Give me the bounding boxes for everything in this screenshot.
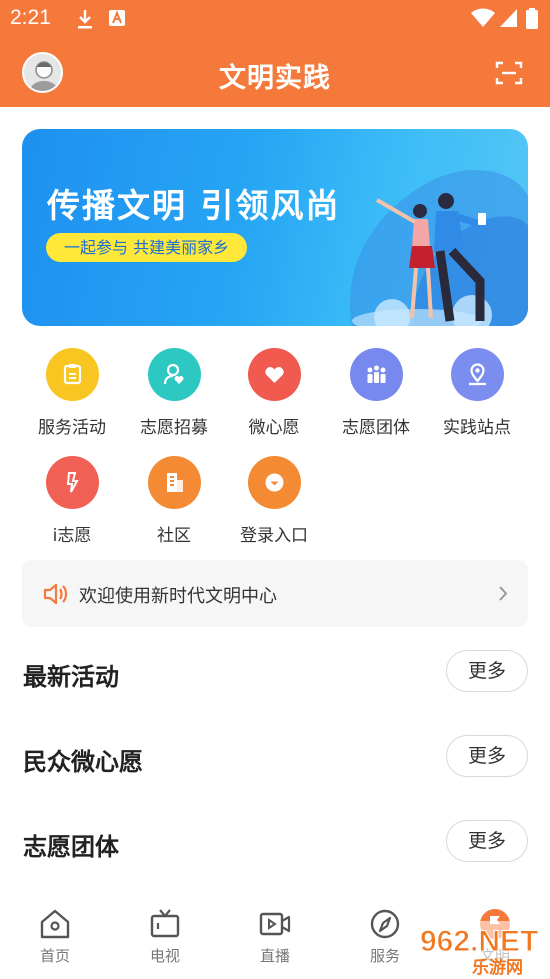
menu-label: i志愿 <box>52 526 92 546</box>
menu-label: 登录入口 <box>240 526 308 546</box>
battery-icon <box>526 8 538 29</box>
more-button-public-wishes[interactable]: 更多 <box>446 735 528 777</box>
menu-practice-site[interactable]: 实践站点 <box>432 348 522 438</box>
more-button-latest-activities[interactable]: 更多 <box>446 650 528 692</box>
notice-text: 欢迎使用新时代文明中心 <box>79 586 277 607</box>
menu-community[interactable]: 社区 <box>129 456 219 546</box>
menu-login-entry[interactable]: 登录入口 <box>229 456 319 546</box>
menu-volunteer-group[interactable]: 志愿团体 <box>331 348 421 438</box>
compass-icon <box>370 909 400 939</box>
promo-banner[interactable]: 传播文明 引领风尚 一起参与 共建美丽家乡 <box>22 129 528 326</box>
group-icon <box>349 348 403 401</box>
menu-volunteer-recruit[interactable]: 志愿招募 <box>129 348 219 438</box>
scan-icon[interactable] <box>495 60 523 86</box>
keyboard-a-icon <box>109 10 125 26</box>
volunteer-recruit-icon <box>147 348 201 401</box>
wifi-icon <box>471 8 495 27</box>
clipboard-icon <box>45 348 99 401</box>
tab-label: 首页 <box>39 947 70 965</box>
home-icon <box>40 909 70 939</box>
watermark-text: 962.NET <box>420 925 538 958</box>
menu-label: 服务活动 <box>38 418 106 438</box>
menu-i-volunteer[interactable]: i志愿 <box>27 456 117 546</box>
menu-service-activity[interactable]: 服务活动 <box>27 348 117 438</box>
location-pin-icon <box>450 348 504 401</box>
tab-label: 电视 <box>149 947 180 965</box>
tab-tv[interactable]: 电视 <box>125 908 205 966</box>
tv-icon <box>150 909 180 938</box>
section-title-public-wishes: 民众微心愿 <box>23 748 143 776</box>
watermark-logo: 962.NET 乐游网 <box>414 921 546 978</box>
heart-icon <box>247 348 301 401</box>
building-icon <box>147 456 201 509</box>
menu-label: 志愿团体 <box>342 418 410 438</box>
status-time: 2:21 <box>10 6 51 29</box>
banner-illustration <box>350 169 528 326</box>
section-title-volunteer-groups: 志愿团体 <box>23 833 119 861</box>
status-bar: 2:21 <box>0 0 550 38</box>
watermark-subtext: 乐游网 <box>472 957 523 978</box>
menu-label: 社区 <box>157 526 191 546</box>
login-icon <box>247 456 301 509</box>
app-header: 文明实践 <box>0 38 550 107</box>
menu-label: 微心愿 <box>248 418 300 438</box>
notice-bar[interactable]: 欢迎使用新时代文明中心 <box>22 560 528 627</box>
live-video-icon <box>259 912 291 936</box>
page-title: 文明实践 <box>219 63 331 94</box>
tab-live[interactable]: 直播 <box>235 908 315 966</box>
banner-subtitle: 一起参与 共建美丽家乡 <box>46 233 248 262</box>
speaker-icon <box>43 583 68 605</box>
chevron-right-icon <box>499 586 508 601</box>
signal-icon <box>500 9 517 27</box>
menu-label: 志愿招募 <box>140 418 208 438</box>
tab-label: 直播 <box>259 947 290 965</box>
tab-home[interactable]: 首页 <box>15 908 95 966</box>
menu-label: 实践站点 <box>443 418 511 438</box>
i-volunteer-icon <box>45 456 99 509</box>
banner-title: 传播文明 引领风尚 <box>47 186 341 225</box>
more-button-volunteer-groups[interactable]: 更多 <box>446 820 528 862</box>
menu-micro-wish[interactable]: 微心愿 <box>229 348 319 438</box>
section-title-latest-activities: 最新活动 <box>23 663 119 691</box>
download-icon <box>78 10 92 29</box>
